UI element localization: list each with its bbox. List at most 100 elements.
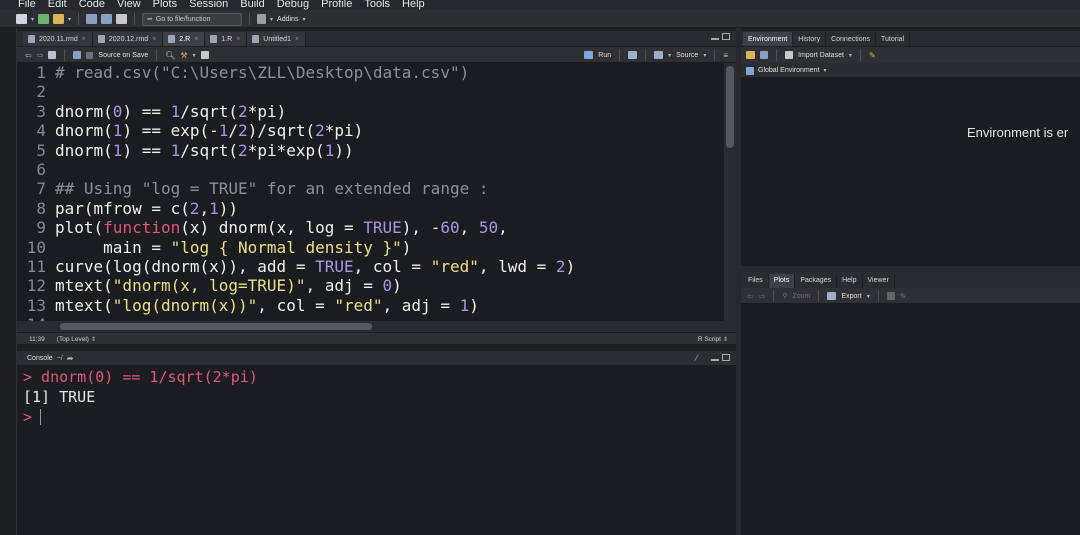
import-dataset-icon[interactable] bbox=[785, 51, 793, 59]
editor-pane-controls[interactable] bbox=[711, 33, 730, 40]
menu-file[interactable]: File bbox=[18, 0, 36, 9]
tab-files[interactable]: Files bbox=[743, 273, 769, 288]
tab-plots[interactable]: Plots bbox=[768, 273, 796, 288]
zoom-button[interactable]: Zoom bbox=[793, 293, 811, 300]
close-icon[interactable]: × bbox=[152, 36, 156, 43]
code-line[interactable]: 7 ## Using "log = TRUE" for an extended r… bbox=[17, 179, 724, 198]
editor-tab[interactable]: 1.R × bbox=[205, 32, 248, 46]
menu-profile[interactable]: Profile bbox=[321, 0, 352, 9]
file-type-selector[interactable]: R Script bbox=[698, 336, 721, 343]
maximize-icon[interactable] bbox=[722, 354, 730, 361]
chevron-updown-icon[interactable]: ⇕ bbox=[723, 336, 728, 343]
editor-tab[interactable]: 2020.12.rmd × bbox=[92, 32, 164, 46]
console-tab[interactable]: Console bbox=[27, 355, 53, 362]
source-icon[interactable] bbox=[654, 51, 664, 59]
new-file-icon[interactable] bbox=[16, 14, 27, 24]
back-arrow-icon[interactable]: ⇦ bbox=[25, 51, 32, 60]
menu-view[interactable]: View bbox=[117, 0, 141, 9]
menu-help[interactable]: Help bbox=[402, 0, 425, 9]
maximize-icon[interactable] bbox=[722, 33, 730, 40]
export-button[interactable]: Export bbox=[841, 293, 861, 300]
editor-tab[interactable]: 2020.11.rmd × bbox=[23, 32, 93, 46]
editor-vertical-scroll-thumb[interactable] bbox=[726, 66, 734, 148]
chevron-down-icon[interactable]: ▾ bbox=[849, 52, 852, 59]
chevron-down-icon[interactable]: ▾ bbox=[823, 67, 826, 74]
tab-environment[interactable]: Environment bbox=[743, 32, 794, 46]
print-icon[interactable] bbox=[116, 14, 128, 24]
menu-build[interactable]: Build bbox=[240, 0, 264, 9]
close-icon[interactable]: × bbox=[194, 36, 198, 43]
go-to-directory-icon[interactable]: ➦ bbox=[67, 354, 74, 363]
new-project-icon[interactable] bbox=[38, 14, 50, 24]
code-line[interactable]: 5 dnorm(1) == 1/sqrt(2*pi*exp(1)) bbox=[17, 141, 724, 160]
menu-session[interactable]: Session bbox=[189, 0, 228, 9]
code-line[interactable]: 1 # read.csv("C:\Users\ZLL\Desktop\data.c… bbox=[17, 63, 724, 82]
chevron-down-icon[interactable]: ▾ bbox=[668, 52, 671, 59]
code-line[interactable]: 13 mtext("log(dnorm(x))", col = "red", ad… bbox=[17, 296, 724, 315]
code-editor[interactable]: 1 # read.csv("C:\Users\ZLL\Desktop\data.c… bbox=[17, 63, 724, 321]
code-line[interactable]: 11 curve(log(dnorm(x)), add = TRUE, col =… bbox=[17, 257, 724, 276]
close-icon[interactable]: × bbox=[236, 36, 240, 43]
magic-wand-icon[interactable]: ⚒ bbox=[180, 51, 187, 60]
run-icon[interactable] bbox=[584, 51, 594, 59]
export-icon[interactable] bbox=[827, 292, 837, 300]
tab-history[interactable]: History bbox=[793, 32, 827, 46]
code-line[interactable]: 2 bbox=[17, 82, 724, 101]
tab-packages[interactable]: Packages bbox=[795, 273, 838, 288]
source-on-save-checkbox[interactable] bbox=[86, 51, 94, 59]
import-dataset-button[interactable]: Import Dataset bbox=[798, 52, 844, 59]
code-line[interactable]: 3 dnorm(0) == 1/sqrt(2*pi) bbox=[17, 102, 724, 121]
tab-viewer[interactable]: Viewer bbox=[863, 273, 895, 288]
close-icon[interactable]: × bbox=[82, 36, 86, 43]
menu-edit[interactable]: Edit bbox=[48, 0, 67, 9]
menu-plots[interactable]: Plots bbox=[153, 0, 177, 9]
tab-help[interactable]: Help bbox=[837, 273, 863, 288]
chevron-updown-icon[interactable]: ⇕ bbox=[91, 336, 96, 343]
menu-code[interactable]: Code bbox=[79, 0, 105, 9]
menu-tools[interactable]: Tools bbox=[364, 0, 390, 9]
open-icon[interactable] bbox=[746, 51, 755, 59]
minimize-icon[interactable] bbox=[711, 38, 719, 40]
clear-console-icon[interactable]: ⁄ bbox=[696, 354, 708, 363]
save-icon[interactable] bbox=[760, 51, 768, 59]
search-icon[interactable]: 🔍︎ bbox=[165, 51, 175, 60]
grid-icon[interactable] bbox=[257, 14, 267, 24]
save-icon[interactable] bbox=[73, 51, 82, 59]
tab-tutorial[interactable]: Tutorial bbox=[876, 32, 911, 46]
source-button[interactable]: Source bbox=[676, 52, 698, 59]
open-file-icon[interactable] bbox=[53, 14, 65, 24]
code-line[interactable]: 6 bbox=[17, 160, 724, 179]
chevron-down-icon[interactable]: ▾ bbox=[703, 52, 706, 59]
scope-selector[interactable]: (Top Level) bbox=[57, 336, 89, 343]
addins-button[interactable]: Addins bbox=[277, 16, 298, 23]
run-button[interactable]: Run bbox=[598, 52, 611, 59]
console-output[interactable]: > dnorm(0) == 1/sqrt(2*pi) [1] TRUE > bbox=[17, 366, 736, 535]
forward-arrow-icon[interactable]: ⇨ bbox=[37, 51, 44, 60]
code-line[interactable]: 10 main = "log { Normal density }") bbox=[17, 238, 724, 257]
editor-horizontal-scroll-thumb[interactable] bbox=[60, 323, 372, 330]
code-line[interactable]: 8 par(mfrow = c(2,1)) bbox=[17, 199, 724, 218]
environment-scope-selector[interactable]: Global Environment bbox=[758, 67, 819, 74]
menu-debug[interactable]: Debug bbox=[277, 0, 309, 9]
chevron-down-icon[interactable]: ▾ bbox=[31, 16, 34, 23]
editor-tab[interactable]: 2.R × bbox=[163, 32, 206, 46]
chevron-down-icon[interactable]: ▾ bbox=[68, 16, 71, 23]
chevron-down-icon[interactable]: ▾ bbox=[302, 16, 305, 23]
code-line[interactable]: 12 mtext("dnorm(x, log=TRUE)", adj = 0) bbox=[17, 276, 724, 295]
outline-icon[interactable]: ≡ bbox=[723, 51, 728, 60]
goto-file-input[interactable]: ➦ Go to file/function bbox=[142, 12, 243, 26]
broom-icon[interactable]: ✎ bbox=[869, 51, 876, 60]
rerun-icon[interactable] bbox=[628, 51, 638, 59]
broom-icon[interactable]: ✎ bbox=[900, 292, 907, 301]
tab-connections[interactable]: Connections bbox=[826, 32, 876, 46]
remove-plot-icon[interactable] bbox=[886, 292, 895, 300]
console-path[interactable]: ~/ bbox=[57, 355, 63, 362]
code-line[interactable]: 9 plot(function(x) dnorm(x, log = TRUE), … bbox=[17, 218, 724, 237]
save-all-icon[interactable] bbox=[101, 14, 113, 24]
show-in-window-icon[interactable] bbox=[48, 51, 57, 59]
chevron-down-icon[interactable]: ▾ bbox=[867, 293, 870, 300]
code-line[interactable]: 4 dnorm(1) == exp(-1/2)/sqrt(2*pi) bbox=[17, 121, 724, 140]
editor-tab[interactable]: Untitled1 × bbox=[247, 32, 307, 46]
compile-report-icon[interactable] bbox=[200, 51, 209, 59]
zoom-icon[interactable]: ⚲ bbox=[782, 292, 787, 300]
